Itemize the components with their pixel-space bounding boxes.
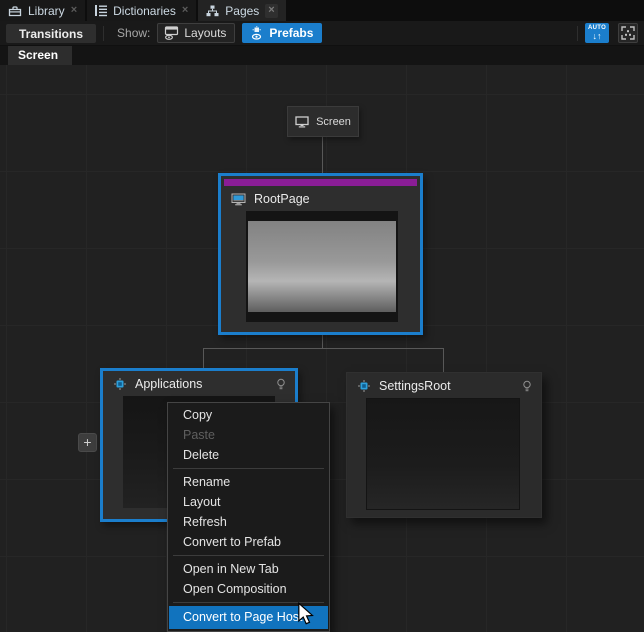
toolbar-divider [577,26,578,41]
menu-separator [173,555,324,556]
rootpage-node-label: RootPage [254,192,411,206]
wire-screen-rootpage [322,137,323,173]
wire-branch-settingsroot [443,348,444,372]
layouts-eye-icon [164,26,179,40]
menu-item-paste[interactable]: Paste [168,425,329,445]
page-graph-canvas[interactable]: Screen RootPage + Applications [0,65,644,632]
rootpage-node[interactable]: RootPage [218,173,423,335]
tab-pages[interactable]: Pages × [198,0,285,21]
prefabs-eye-icon [249,26,264,40]
toolbox-icon [8,5,22,17]
transitions-button[interactable]: Transitions [6,24,96,43]
menu-item-copy[interactable]: Copy [168,405,329,425]
menu-separator [173,468,324,469]
lightbulb-icon[interactable] [276,378,286,391]
add-page-button[interactable]: + [78,433,97,452]
rootpage-header: RootPage [221,186,420,210]
applications-node-label: Applications [135,377,268,391]
prefabs-label: Prefabs [269,26,313,40]
menu-item-convert-to-prefab[interactable]: Convert to Prefab [168,532,329,552]
screen-node[interactable]: Screen [287,106,359,137]
settingsroot-header: SettingsRoot [347,373,541,397]
rootpage-accent-bar [224,179,417,186]
fit-view-icon [621,26,635,40]
pages-toolbar: Transitions Show: Layouts Prefabs AUTO ↓… [0,21,644,46]
menu-item-layout[interactable]: Layout [168,492,329,512]
layouts-label: Layouts [184,26,226,40]
lightbulb-icon[interactable] [522,380,532,393]
settingsroot-node-label: SettingsRoot [379,379,514,393]
menu-item-refresh[interactable]: Refresh [168,512,329,532]
tab-label: Library [28,4,65,18]
close-icon[interactable]: × [71,5,77,16]
context-menu: Copy Paste Delete Rename Layout Refresh … [167,402,330,632]
auto-layout-button[interactable]: AUTO ↓↑ [585,23,609,43]
menu-item-open-in-new-tab[interactable]: Open in New Tab [168,559,329,579]
wire-branch-applications [203,348,204,368]
wire-rootpage-down [322,335,323,348]
settingsroot-node[interactable]: SettingsRoot [346,372,542,518]
menu-item-rename[interactable]: Rename [168,472,329,492]
list-icon [95,4,107,17]
settingsroot-preview [366,398,520,510]
layouts-toggle[interactable]: Layouts [157,23,235,43]
toolbar-divider [103,26,104,41]
page-monitor-icon [231,193,246,206]
breadcrumb: Screen [0,46,644,65]
prefab-chip-icon [113,377,127,391]
tab-library[interactable]: Library × [0,0,85,21]
screen-node-label: Screen [316,116,351,128]
prefabs-toggle[interactable]: Prefabs [242,23,322,43]
document-tabbar: Library × Dictionaries × Pages × [0,0,644,21]
pages-editor-window: Library × Dictionaries × Pages × Transit… [0,0,644,632]
prefab-chip-icon [357,379,371,393]
monitor-icon [295,116,309,128]
close-icon[interactable]: × [182,5,188,16]
menu-item-delete[interactable]: Delete [168,445,329,465]
menu-item-open-composition[interactable]: Open Composition [168,579,329,599]
hierarchy-icon [206,5,219,17]
show-label: Show: [117,26,150,40]
wire-branch-horizontal [203,348,444,349]
breadcrumb-screen-tab[interactable]: Screen [8,46,72,65]
tab-dictionaries[interactable]: Dictionaries × [87,0,196,21]
applications-header: Applications [103,371,295,395]
close-icon[interactable]: × [265,4,277,18]
tab-label: Dictionaries [113,4,176,18]
rootpage-preview [246,211,398,322]
mouse-cursor [296,602,315,626]
auto-layout-icon: ↓↑ [593,32,602,41]
tab-label: Pages [225,4,259,18]
rootpage-preview-content [248,221,396,312]
fit-view-button[interactable] [618,23,638,43]
